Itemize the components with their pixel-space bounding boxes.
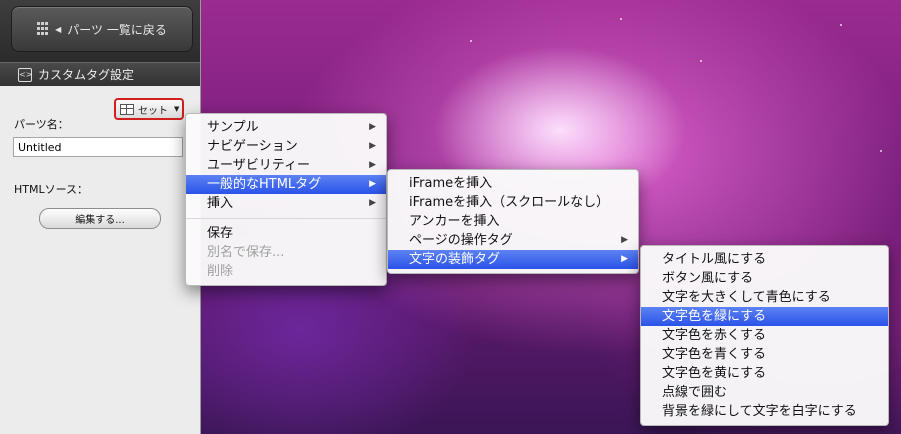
- grid-icon: [37, 22, 49, 36]
- set-button-label: セット: [138, 105, 168, 117]
- menu-item-label: 文字色を青くする: [662, 347, 767, 362]
- menu-item-label: タイトル風にする: [662, 252, 767, 267]
- menu-item-navigation[interactable]: ナビゲーション ▶: [186, 137, 386, 156]
- star: [700, 60, 702, 62]
- parts-name-input[interactable]: [13, 137, 183, 157]
- table-icon: [120, 103, 134, 115]
- menu-item-insert-iframe-noscroll[interactable]: iFrameを挿入（スクロールなし）: [388, 193, 638, 212]
- menu-item-green-bg-white-text[interactable]: 背景を緑にして文字を白字にする: [641, 402, 888, 421]
- menu-item-label: 削除: [207, 264, 234, 279]
- menu-item-label: iFrameを挿入: [409, 176, 493, 191]
- section-title: カスタムタグ設定: [38, 68, 135, 82]
- menu-separator: [186, 218, 386, 219]
- menu-item-green-text[interactable]: 文字色を緑にする: [641, 307, 888, 326]
- menu-item-label: ナビゲーション: [207, 139, 298, 154]
- menu-item-blue-text[interactable]: 文字色を青くする: [641, 345, 888, 364]
- back-to-parts-list-button[interactable]: ◀ パーツ 一覧に戻る: [11, 6, 193, 52]
- submenu-arrow-icon: ▶: [369, 122, 376, 132]
- code-icon: <>: [18, 67, 32, 82]
- sidebar-toolbar: ◀ パーツ 一覧に戻る: [0, 0, 200, 62]
- menu-item-save-as: 別名で保存...: [186, 243, 386, 262]
- menu-item-title-style[interactable]: タイトル風にする: [641, 250, 888, 269]
- menu-item-label: 文字色を赤くする: [662, 328, 767, 343]
- html-tags-submenu: iFrameを挿入 iFrameを挿入（スクロールなし） アンカーを挿入 ページ…: [387, 169, 639, 274]
- menu-item-label: 文字色を黄にする: [662, 366, 767, 381]
- menu-item-text-decoration-tags[interactable]: 文字の装飾タグ ▶: [388, 250, 638, 269]
- submenu-arrow-icon: ▶: [369, 179, 376, 189]
- menu-item-label: アンカーを挿入: [409, 214, 500, 229]
- menu-item-label: ボタン風にする: [662, 271, 754, 286]
- settings-sidebar: ◀ パーツ 一覧に戻る <> カスタムタグ設定 セット ▼ パーツ名： HTML…: [0, 0, 201, 434]
- back-button-label: パーツ 一覧に戻る: [67, 22, 167, 37]
- section-header: <> カスタムタグ設定: [0, 62, 200, 86]
- left-arrow-icon: ◀: [55, 24, 62, 34]
- menu-item-label: 保存: [207, 226, 234, 241]
- menu-item-label: 一般的なHTMLタグ: [207, 177, 322, 192]
- menu-item-page-action-tags[interactable]: ページの操作タグ ▶: [388, 231, 638, 250]
- menu-item-large-blue-text[interactable]: 文字を大きくして青色にする: [641, 288, 888, 307]
- star: [470, 40, 472, 42]
- set-menu: サンプル ▶ ナビゲーション ▶ ユーザビリティー ▶ 一般的なHTMLタグ ▶…: [185, 113, 387, 286]
- menu-item-delete: 削除: [186, 262, 386, 281]
- submenu-arrow-icon: ▶: [369, 198, 376, 208]
- menu-item-label: 背景を緑にして文字を白字にする: [662, 404, 857, 419]
- edit-button[interactable]: 編集する...: [39, 208, 161, 229]
- menu-item-sample[interactable]: サンプル ▶: [186, 118, 386, 137]
- menu-item-label: 文字色を緑にする: [662, 309, 767, 324]
- menu-item-label: 点線で囲む: [662, 385, 728, 400]
- menu-item-label: 文字の装飾タグ: [409, 252, 501, 267]
- submenu-arrow-icon: ▶: [621, 235, 628, 245]
- menu-item-button-style[interactable]: ボタン風にする: [641, 269, 888, 288]
- menu-item-label: ユーザビリティー: [207, 158, 310, 173]
- menu-item-label: 文字を大きくして青色にする: [662, 290, 831, 305]
- star: [840, 24, 842, 26]
- submenu-arrow-icon: ▶: [369, 141, 376, 151]
- star: [620, 18, 622, 20]
- menu-item-dotted-border[interactable]: 点線で囲む: [641, 383, 888, 402]
- set-dropdown-button[interactable]: セット ▼: [114, 98, 184, 120]
- star: [880, 150, 882, 152]
- menu-item-label: ページの操作タグ: [409, 233, 513, 248]
- submenu-arrow-icon: ▶: [621, 254, 628, 264]
- menu-item-usability[interactable]: ユーザビリティー ▶: [186, 156, 386, 175]
- menu-item-insert-anchor[interactable]: アンカーを挿入: [388, 212, 638, 231]
- menu-item-red-text[interactable]: 文字色を赤くする: [641, 326, 888, 345]
- menu-item-label: iFrameを挿入（スクロールなし）: [409, 195, 610, 210]
- text-decoration-submenu: タイトル風にする ボタン風にする 文字を大きくして青色にする 文字色を緑にする …: [640, 245, 889, 426]
- menu-item-common-html-tags[interactable]: 一般的なHTMLタグ ▶: [186, 175, 386, 194]
- menu-item-yellow-text[interactable]: 文字色を黄にする: [641, 364, 888, 383]
- parts-name-label: パーツ名：: [14, 118, 69, 131]
- menu-item-label: サンプル: [207, 120, 259, 135]
- chevron-down-icon: ▼: [174, 105, 180, 113]
- menu-item-label: 挿入: [207, 196, 234, 211]
- submenu-arrow-icon: ▶: [369, 160, 376, 170]
- menu-item-label: 別名で保存...: [207, 245, 285, 260]
- menu-item-insert[interactable]: 挿入 ▶: [186, 194, 386, 213]
- html-source-label: HTMLソース：: [14, 183, 89, 196]
- menu-item-insert-iframe[interactable]: iFrameを挿入: [388, 174, 638, 193]
- menu-item-save[interactable]: 保存: [186, 224, 386, 243]
